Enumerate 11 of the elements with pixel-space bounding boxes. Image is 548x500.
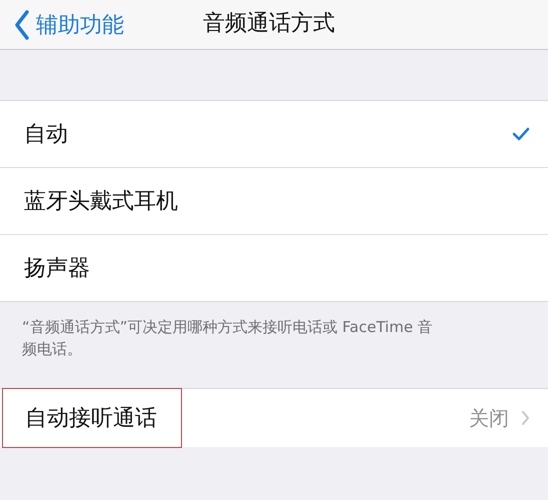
disclosure-chevron-icon bbox=[521, 410, 530, 426]
back-chevron-icon bbox=[14, 10, 30, 40]
option-label: 蓝牙头戴式耳机 bbox=[24, 188, 178, 216]
setting-value: 关闭 bbox=[469, 404, 509, 432]
option-label: 自动 bbox=[24, 121, 68, 149]
setting-label: 自动接听通话 bbox=[2, 388, 182, 448]
setting-row[interactable]: 自动接听通话 关闭 bbox=[0, 388, 548, 447]
option-label: 扬声器 bbox=[24, 255, 90, 283]
screen-title: 音频通话方式 bbox=[203, 10, 335, 38]
back-button[interactable]: 辅助功能 bbox=[0, 4, 124, 44]
footer-note: “音频通话方式”可决定用哪种方式来接听电话或 FaceTime 音频电话。 bbox=[21, 317, 434, 360]
